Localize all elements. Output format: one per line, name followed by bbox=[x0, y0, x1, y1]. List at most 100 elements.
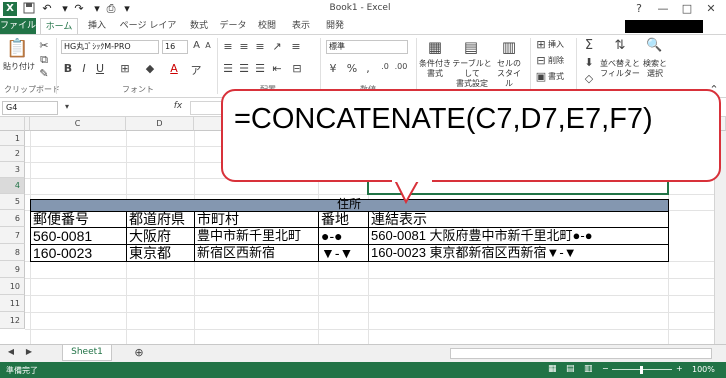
copy-icon[interactable]: ⧉ bbox=[38, 53, 50, 67]
wrap-text-icon[interactable]: ≡ bbox=[290, 40, 302, 53]
name-box-dropdown-icon[interactable]: ▾ bbox=[62, 102, 72, 111]
table-cell[interactable]: ●-● bbox=[318, 228, 368, 245]
italic-button[interactable]: I bbox=[78, 62, 90, 75]
fill-color-icon[interactable]: ◆ bbox=[143, 62, 157, 75]
zoom-out-icon[interactable]: − bbox=[602, 364, 609, 373]
tab-file[interactable]: ファイル bbox=[0, 18, 36, 34]
table-cell[interactable]: 160-0023 bbox=[30, 245, 126, 262]
row-header-6[interactable]: 6 bbox=[0, 210, 25, 227]
next-sheet-icon[interactable]: ▶ bbox=[24, 347, 34, 356]
percent-button[interactable]: % bbox=[346, 62, 358, 75]
format-as-table-icon[interactable]: ▤ bbox=[462, 38, 480, 56]
name-box[interactable]: G4 bbox=[2, 101, 58, 115]
dropdown-chevron-icon[interactable]: ▾ bbox=[58, 2, 72, 16]
row-header-10[interactable]: 10 bbox=[0, 278, 25, 295]
table-cell[interactable]: ▼-▼ bbox=[318, 245, 368, 262]
phonetic-icon[interactable]: ア bbox=[190, 62, 202, 78]
close-button[interactable]: ✕ bbox=[700, 1, 722, 17]
table-cell[interactable]: 560-0081 bbox=[30, 228, 126, 245]
table-cell[interactable]: 新宿区西新宿 bbox=[194, 245, 318, 262]
row-header-4[interactable]: 4 bbox=[0, 178, 25, 194]
currency-icon[interactable]: ¥ bbox=[326, 62, 340, 75]
tab-data[interactable]: データ bbox=[218, 18, 248, 34]
row-header-5[interactable]: 5 bbox=[0, 194, 25, 210]
paste-icon[interactable]: 📋 bbox=[6, 38, 28, 59]
orientation-icon[interactable]: ↗ bbox=[270, 40, 284, 53]
font-name-select[interactable]: HG丸ｺﾞｼｯｸM-PRO bbox=[61, 40, 159, 54]
user-account[interactable] bbox=[625, 20, 703, 33]
redo-icon[interactable]: ↷ bbox=[72, 2, 86, 16]
align-right-icon[interactable]: ☰ bbox=[254, 62, 266, 75]
tab-developer[interactable]: 開発 bbox=[320, 18, 350, 34]
column-header-c[interactable]: C bbox=[30, 117, 126, 131]
page-layout-view-icon[interactable]: ▤ bbox=[566, 364, 575, 374]
undo-icon[interactable]: ↶ bbox=[40, 2, 54, 16]
row-header-11[interactable]: 11 bbox=[0, 295, 25, 312]
horizontal-scrollbar[interactable] bbox=[450, 348, 712, 359]
number-format-select[interactable]: 標準 bbox=[326, 40, 408, 54]
row-header-9[interactable]: 9 bbox=[0, 261, 25, 278]
minimize-button[interactable]: — bbox=[652, 1, 674, 17]
table-cell[interactable]: 160-0023 東京都新宿区西新宿▼-▼ bbox=[368, 245, 668, 262]
insert-function-button[interactable]: fx bbox=[170, 101, 186, 111]
normal-view-icon[interactable]: ▦ bbox=[548, 364, 557, 374]
paste-button[interactable]: 貼り付け bbox=[2, 62, 36, 72]
cell-styles-button[interactable]: セルの スタイル bbox=[494, 59, 524, 89]
row-header-8[interactable]: 8 bbox=[0, 244, 25, 261]
row-header-7[interactable]: 7 bbox=[0, 227, 25, 244]
decrease-decimal-icon[interactable]: .00 bbox=[394, 62, 408, 71]
align-center-icon[interactable]: ☰ bbox=[238, 62, 250, 75]
row-header-12[interactable]: 12 bbox=[0, 312, 25, 329]
cut-icon[interactable]: ✂ bbox=[38, 39, 50, 52]
table-cell[interactable]: 豊中市新千里北町 bbox=[194, 228, 318, 245]
delete-cells-icon[interactable]: ⊟ bbox=[535, 54, 547, 67]
select-all-corner[interactable] bbox=[0, 117, 25, 131]
find-select-icon[interactable]: 🔍 bbox=[646, 38, 662, 53]
prev-sheet-icon[interactable]: ◀ bbox=[6, 347, 16, 356]
zoom-level[interactable]: 100% bbox=[692, 365, 715, 374]
zoom-slider-thumb[interactable] bbox=[640, 366, 643, 374]
delete-cells-button[interactable]: 削除 bbox=[548, 56, 568, 66]
format-cells-button[interactable]: 書式 bbox=[548, 72, 568, 82]
table-header-cell[interactable]: 番地 bbox=[318, 211, 368, 228]
conditional-format-icon[interactable]: ▦ bbox=[426, 38, 444, 56]
restore-button[interactable]: □ bbox=[676, 1, 698, 17]
tab-review[interactable]: 校閲 bbox=[252, 18, 282, 34]
indent-icon[interactable]: ⇤ bbox=[270, 62, 284, 75]
table-cell[interactable]: 東京都 bbox=[126, 245, 194, 262]
bold-button[interactable]: B bbox=[62, 62, 74, 75]
merge-center-icon[interactable]: ⊟ bbox=[290, 62, 304, 75]
print-preview-icon[interactable]: ⎙ bbox=[104, 2, 118, 16]
row-header-2[interactable]: 2 bbox=[0, 146, 25, 162]
font-color-button[interactable]: A bbox=[168, 62, 180, 75]
table-cell[interactable]: 大阪府 bbox=[126, 228, 194, 245]
align-bottom-icon[interactable]: ≡ bbox=[254, 40, 266, 53]
font-size-select[interactable]: 16 bbox=[162, 40, 188, 54]
column-header-d[interactable]: D bbox=[126, 117, 194, 131]
tab-home[interactable]: ホーム bbox=[40, 18, 78, 34]
customize-qat-icon[interactable]: ▾ bbox=[120, 2, 134, 16]
tab-insert[interactable]: 挿入 bbox=[82, 18, 112, 34]
conditional-format-button[interactable]: 条件付き 書式 bbox=[418, 59, 452, 79]
tab-formulas[interactable]: 数式 bbox=[184, 18, 214, 34]
format-painter-icon[interactable]: ✎ bbox=[38, 67, 50, 80]
autosum-button[interactable]: Σ bbox=[582, 38, 596, 53]
sort-filter-button[interactable]: 並べ替えと フィルター bbox=[600, 59, 640, 79]
save-icon[interactable] bbox=[22, 2, 36, 16]
align-top-icon[interactable]: ≡ bbox=[222, 40, 234, 53]
fill-icon[interactable]: ⬇ bbox=[582, 56, 596, 69]
cell-styles-icon[interactable]: ▥ bbox=[500, 38, 518, 56]
row-header-1[interactable]: 1 bbox=[0, 131, 25, 146]
tab-page-layout[interactable]: ページ レイアウト bbox=[116, 18, 180, 47]
borders-icon[interactable]: ⊞ bbox=[118, 62, 132, 75]
clear-icon[interactable]: ◇ bbox=[582, 72, 596, 85]
table-header-cell[interactable]: 連結表示 bbox=[368, 211, 668, 228]
dropdown-chevron-icon[interactable]: ▾ bbox=[90, 2, 104, 16]
tab-view[interactable]: 表示 bbox=[286, 18, 316, 34]
table-header-cell[interactable]: 市町村 bbox=[194, 211, 318, 228]
align-middle-icon[interactable]: ≡ bbox=[238, 40, 250, 53]
insert-cells-icon[interactable]: ⊞ bbox=[535, 38, 547, 51]
table-cell[interactable]: 560-0081 大阪府豊中市新千里北町●-● bbox=[368, 228, 668, 245]
insert-cells-button[interactable]: 挿入 bbox=[548, 40, 568, 50]
underline-button[interactable]: U bbox=[94, 62, 106, 75]
